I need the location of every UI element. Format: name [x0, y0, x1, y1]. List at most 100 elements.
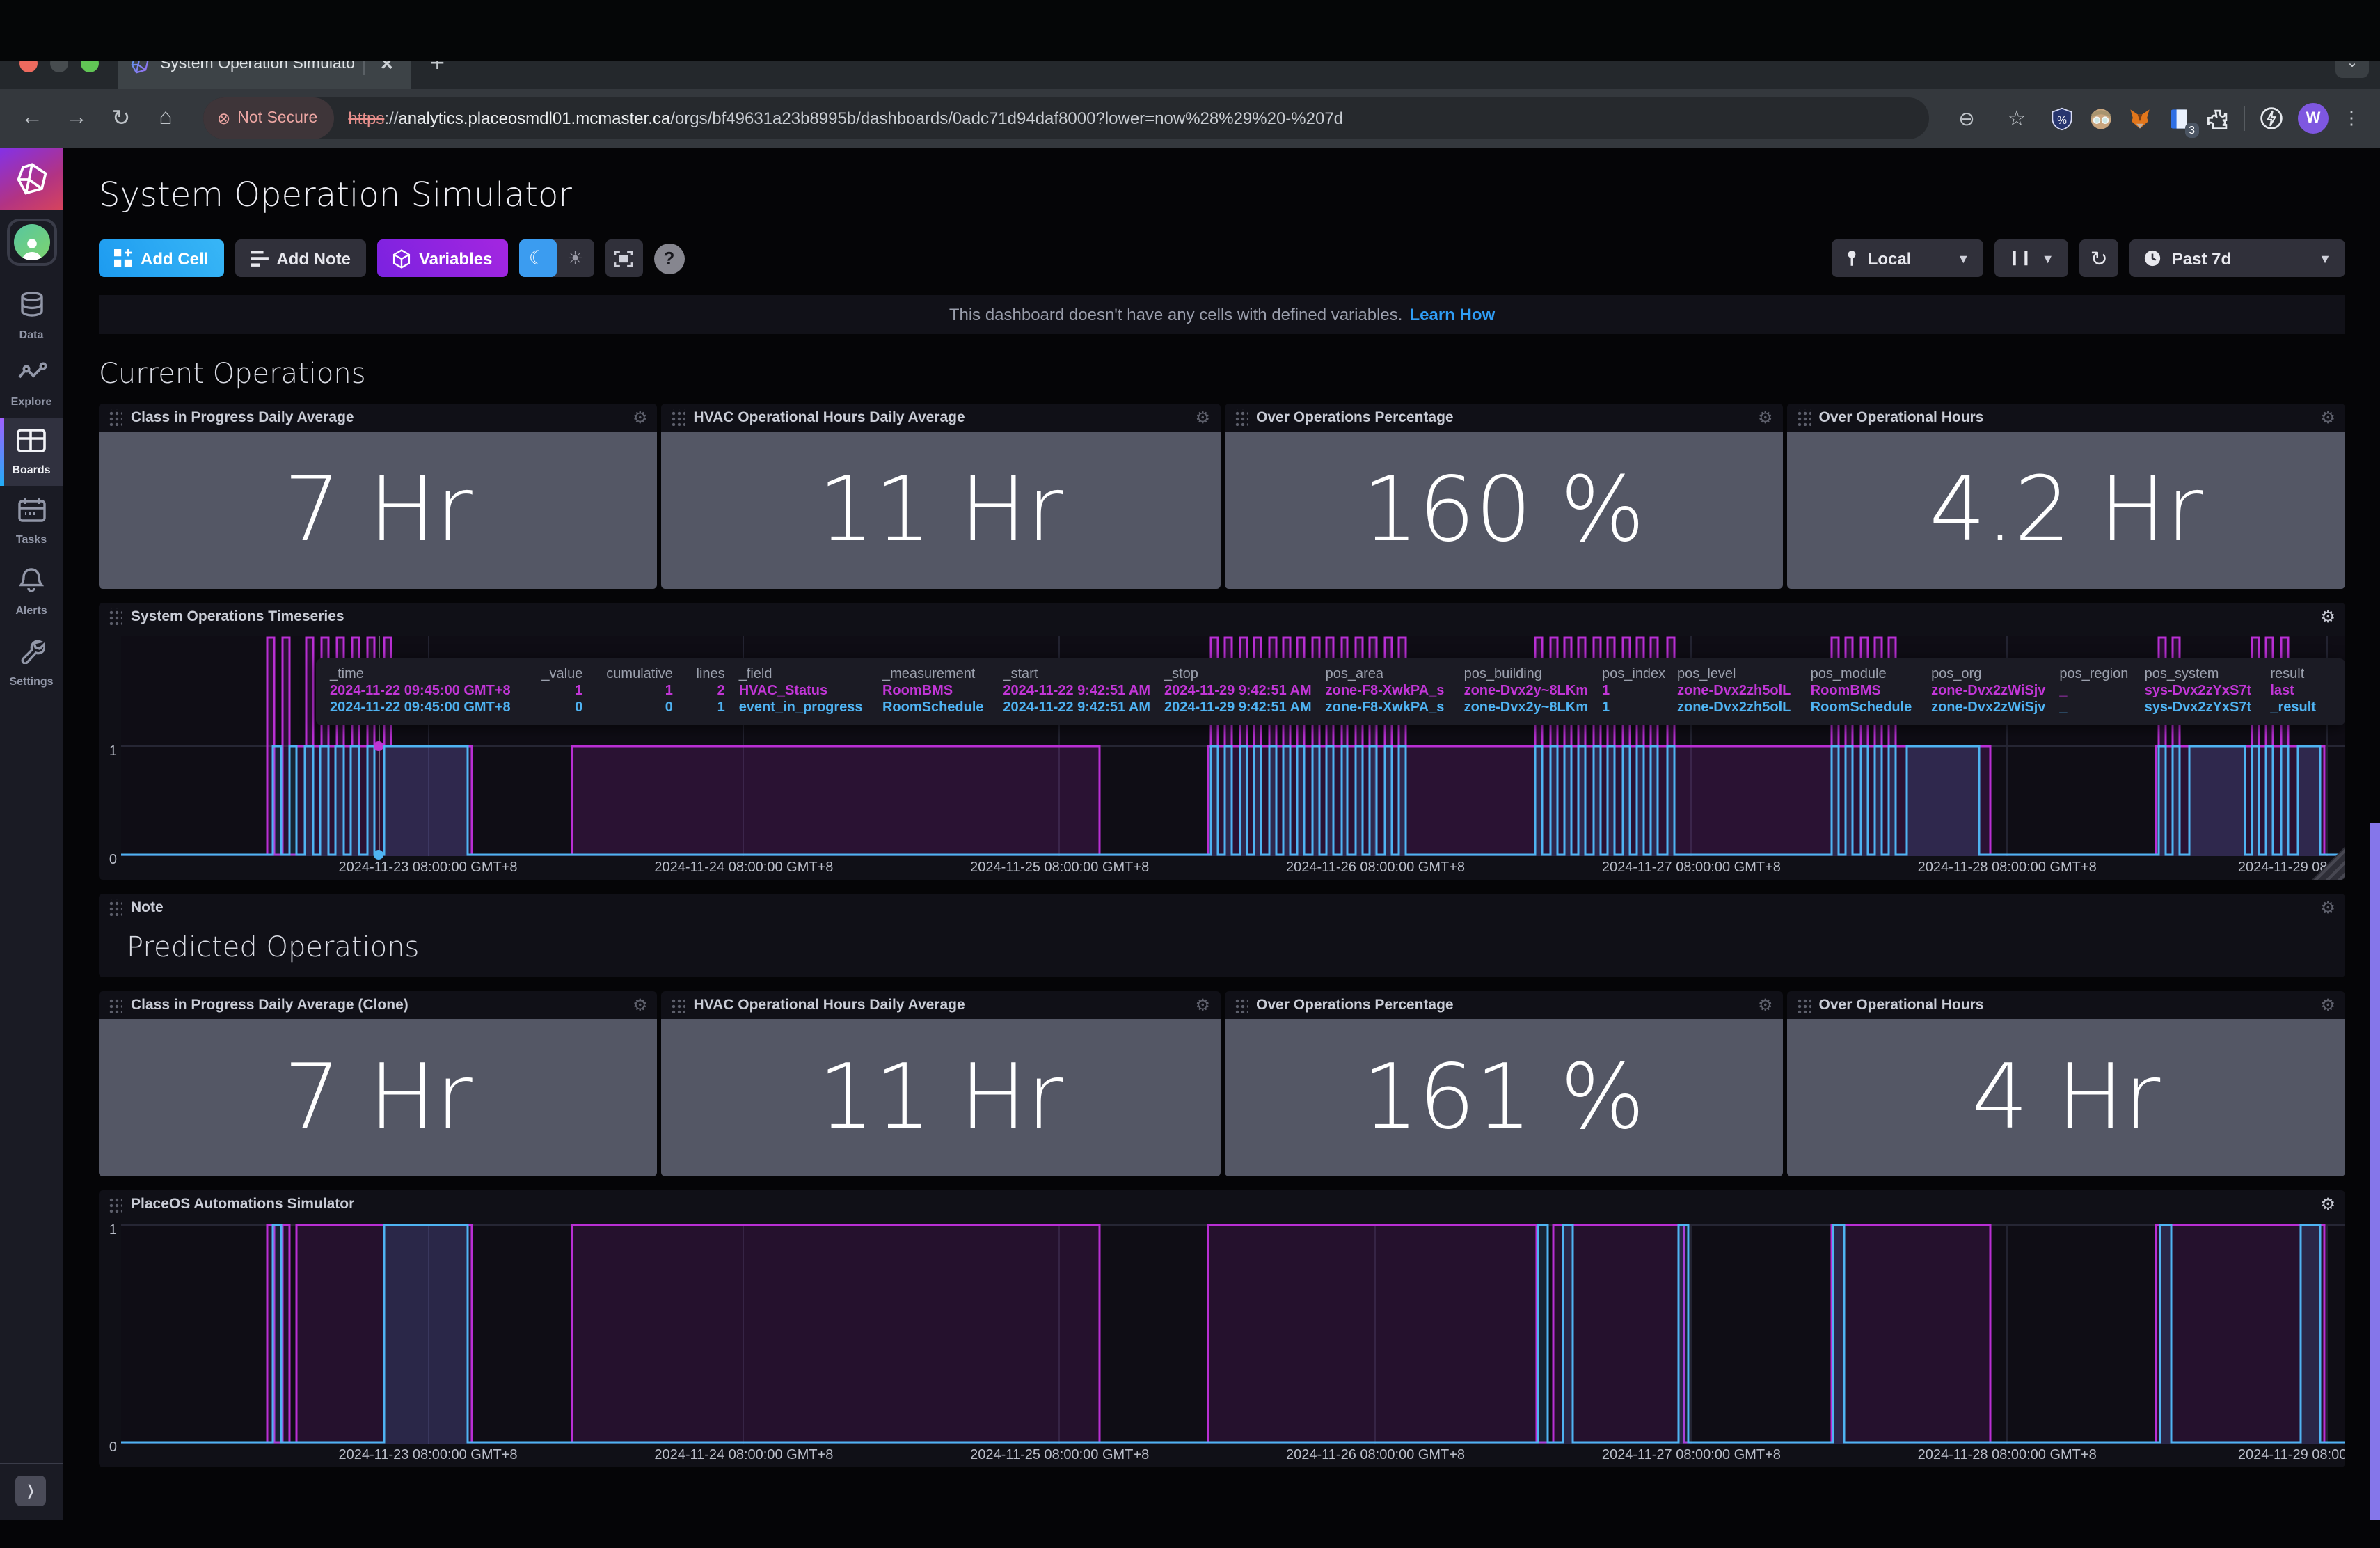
browser-menu-icon[interactable]: ⋮ — [2342, 107, 2361, 129]
address-bar[interactable]: ⊗ Not Secure https://analytics.placeosmd… — [203, 97, 1929, 139]
cell-gear-icon[interactable]: ⚙ — [2320, 608, 2335, 625]
x-tick-label: 2024-11-28 08:00:00 GMT+8 — [1918, 860, 2097, 876]
sidebar-item-settings[interactable]: Settings — [0, 626, 63, 697]
tooltip-value: zone-Dvx2zh5olL — [1677, 700, 1797, 716]
bookmark-star-icon[interactable]: ☆ — [1999, 106, 2035, 131]
avatar-face-extension-icon[interactable] — [2088, 106, 2113, 131]
cell-gear-icon[interactable]: ⚙ — [2320, 1196, 2335, 1213]
sidebar-item-data[interactable]: Data — [0, 280, 63, 351]
tooltip-column-measurement: _measurementRoomBMSRoomSchedule — [882, 667, 989, 716]
stat-cell: Over Operations Percentage⚙160 % — [1224, 404, 1783, 589]
stat-cell: Class in Progress Daily Average (Clone)⚙… — [99, 991, 658, 1176]
stat-value: 7 Hr — [284, 1046, 473, 1149]
stat-body: 161 % — [1224, 1019, 1783, 1176]
cell-gear-icon[interactable]: ⚙ — [1758, 409, 1773, 426]
drag-handle-icon[interactable] — [1797, 997, 1811, 1013]
timeseries-plot[interactable]: _time2024-11-22 09:45:00 GMT+82024-11-22… — [121, 636, 2345, 856]
stat-value: 4.2 Hr — [1929, 459, 2203, 562]
zoom-out-icon[interactable]: ⊖ — [1949, 106, 1985, 130]
url-scheme: https — [348, 109, 384, 128]
tooltip-column-header: result — [2270, 667, 2331, 682]
metamask-fox-extension-icon[interactable] — [2127, 106, 2152, 131]
pause-refresh-dropdown[interactable]: ❙❙ ▼ — [1994, 239, 2068, 277]
tooltip-value: 0 — [534, 700, 582, 716]
back-icon[interactable]: ← — [14, 106, 50, 131]
extension-badge: 3 — [2184, 123, 2199, 138]
battery-saver-icon[interactable] — [2259, 106, 2284, 131]
light-mode-sun-icon[interactable]: ☀ — [556, 239, 594, 277]
stat-cell-title: Over Operational Hours — [1819, 409, 2312, 426]
cell-gear-icon[interactable]: ⚙ — [2320, 997, 2335, 1013]
url-text: https://analytics.placeosmdl01.mcmaster.… — [348, 109, 1343, 128]
sidebar-item-tasks[interactable]: Tasks — [0, 486, 63, 555]
extensions-puzzle-icon[interactable] — [2205, 106, 2230, 131]
home-icon[interactable]: ⌂ — [148, 106, 184, 131]
cell-gear-icon[interactable]: ⚙ — [2320, 899, 2335, 916]
add-cell-label: Add Cell — [141, 248, 208, 268]
tooltip-value: 2024-11-22 09:45:00 GMT+8 — [330, 700, 521, 716]
cell-gear-icon[interactable]: ⚙ — [633, 409, 648, 426]
dark-mode-moon-icon[interactable]: ☾ — [518, 239, 556, 277]
sidebar-item-explore[interactable]: Explore — [0, 351, 63, 418]
cell-gear-icon[interactable]: ⚙ — [1195, 409, 1210, 426]
cell-gear-icon[interactable]: ⚙ — [1758, 997, 1773, 1013]
drag-handle-icon[interactable] — [1797, 409, 1811, 426]
refresh-button[interactable]: ↻ — [2079, 239, 2119, 277]
time-range-dropdown[interactable]: Past 7d ▼ — [2130, 239, 2345, 277]
clock-icon — [2144, 249, 2162, 267]
add-note-button[interactable]: Add Note — [235, 239, 366, 277]
browser-profile-avatar[interactable]: W — [2298, 103, 2329, 134]
drag-handle-icon[interactable] — [672, 409, 685, 426]
help-button[interactable]: ? — [653, 243, 684, 274]
y-axis-labels: 10 — [102, 636, 121, 856]
sidebar-item-label: Tasks — [16, 533, 47, 546]
expand-sidebar-button[interactable]: ❭ — [15, 1476, 46, 1506]
user-avatar[interactable] — [6, 219, 56, 266]
tooltip-value: 2 — [687, 684, 725, 699]
security-chip[interactable]: ⊗ Not Secure — [203, 97, 334, 139]
tooltip-column-pos_system: pos_systemsys-Dvx2zYxS7tsys-Dvx2zYxS7t — [2145, 667, 2257, 716]
stat-body: 11 Hr — [662, 1019, 1221, 1176]
reload-icon[interactable]: ↻ — [103, 104, 139, 132]
svg-text:%: % — [2056, 114, 2066, 126]
y-tick-label: 1 — [109, 1223, 117, 1238]
presentation-mode-button[interactable] — [605, 239, 642, 277]
sidebar-item-alerts[interactable]: Alerts — [0, 555, 63, 626]
drag-handle-icon[interactable] — [109, 608, 122, 625]
drag-handle-icon[interactable] — [1234, 409, 1248, 426]
drag-handle-icon[interactable] — [109, 997, 122, 1013]
drag-handle-icon[interactable] — [109, 409, 122, 426]
tooltip-column-pos_level: pos_levelzone-Dvx2zh5olLzone-Dvx2zh5olL — [1677, 667, 1797, 716]
toolbar-right-group: Local ▼ ❙❙ ▼ ↻ Past 7d ▼ — [1820, 239, 2345, 277]
add-cell-button[interactable]: Add Cell — [99, 239, 223, 277]
stat-cell-title: Over Operations Percentage — [1256, 997, 1750, 1013]
tooltip-value: 2024-11-29 9:42:51 AM — [1164, 700, 1312, 716]
drag-handle-icon[interactable] — [672, 997, 685, 1013]
cell-gear-icon[interactable]: ⚙ — [1195, 997, 1210, 1013]
tooltip-value: 2024-11-22 9:42:51 AM — [1003, 684, 1150, 699]
discount-shield-extension-icon[interactable]: % — [2049, 106, 2074, 131]
learn-how-link[interactable]: Learn How — [1409, 305, 1495, 324]
cell-gear-icon[interactable]: ⚙ — [2320, 409, 2335, 426]
tooltip-value: _ — [2059, 700, 2130, 716]
drag-handle-icon[interactable] — [1234, 997, 1248, 1013]
drag-handle-icon[interactable] — [109, 899, 122, 916]
variables-button[interactable]: Variables — [377, 239, 507, 277]
drag-handle-icon[interactable] — [109, 1196, 122, 1213]
tooltip-value: sys-Dvx2zYxS7t — [2145, 700, 2257, 716]
influxdb-logo[interactable] — [0, 148, 63, 210]
stat-cell-title: HVAC Operational Hours Daily Average — [694, 409, 1187, 426]
automations-plot[interactable] — [121, 1224, 2345, 1444]
timezone-caret-icon: ▼ — [1957, 251, 1969, 265]
tooltip-column-header: _field — [739, 667, 868, 682]
tooltip-column-header: pos_index — [1602, 667, 1663, 682]
password-manager-extension-icon[interactable]: 3 — [2166, 106, 2191, 131]
sidebar-item-boards[interactable]: Boards — [0, 418, 63, 486]
stat-body: 7 Hr — [99, 432, 658, 589]
cell-gear-icon[interactable]: ⚙ — [633, 997, 648, 1013]
timezone-dropdown[interactable]: Local ▼ — [1832, 239, 1984, 277]
page-scrollbar[interactable] — [2370, 823, 2380, 1520]
forward-icon[interactable]: → — [58, 106, 95, 131]
tooltip-column-field: _fieldHVAC_Statusevent_in_progress — [739, 667, 868, 716]
sidebar-item-label: Alerts — [15, 604, 47, 617]
